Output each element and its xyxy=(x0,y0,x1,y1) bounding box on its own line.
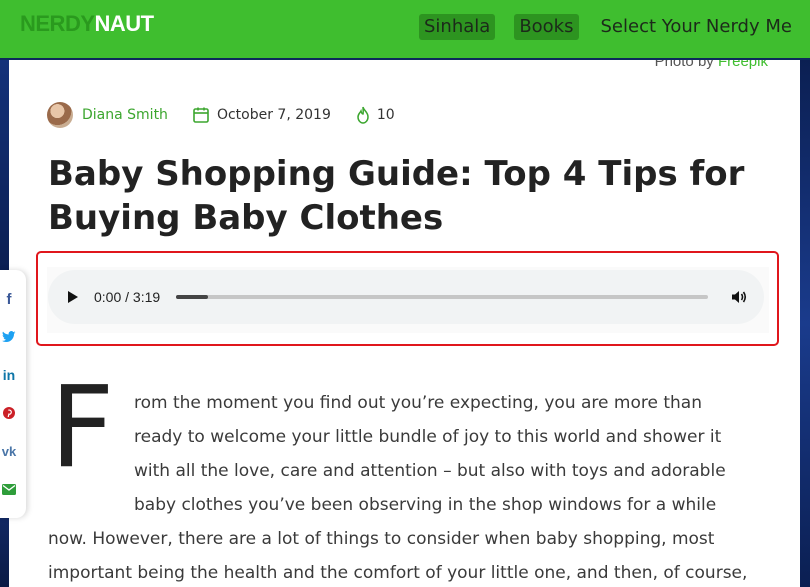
email-icon[interactable] xyxy=(0,480,18,498)
drop-cap: F xyxy=(50,363,115,493)
linkedin-icon[interactable]: in xyxy=(0,366,18,384)
post-date: October 7, 2019 xyxy=(216,107,331,123)
site-logo[interactable]: NERDYNAUT xyxy=(20,11,154,37)
photo-credit-link[interactable]: Freepik xyxy=(718,60,768,70)
author-avatar[interactable] xyxy=(47,102,73,128)
nav-select-nerdy-me[interactable]: Select Your Nerdy Me xyxy=(598,14,792,40)
body-line: now. However, there are a lot of things … xyxy=(48,529,715,549)
article-content: Photo by Freepik Diana Smith October 7, … xyxy=(9,60,800,587)
body-line: rom the moment you find out you’re expec… xyxy=(134,393,702,413)
pinterest-icon[interactable] xyxy=(0,404,18,422)
main-nav: Sinhala Books Select Your Nerdy Me xyxy=(419,14,792,40)
site-header: NERDYNAUT Sinhala Books Select Your Nerd… xyxy=(0,0,810,58)
nav-books[interactable]: Books xyxy=(514,14,579,40)
body-line: baby clothes you’ve been observing in th… xyxy=(134,495,717,515)
article-title: Baby Shopping Guide: Top 4 Tips for Buyi… xyxy=(48,154,745,238)
highlight-box xyxy=(36,251,779,346)
calendar-icon xyxy=(193,107,209,123)
body-line: important being the health and the comfo… xyxy=(48,563,748,583)
right-gutter xyxy=(800,60,810,587)
vk-icon[interactable]: vk xyxy=(0,442,18,460)
photo-credit: Photo by Freepik xyxy=(655,60,768,70)
nav-sinhala[interactable]: Sinhala xyxy=(419,14,496,40)
post-meta: Diana Smith October 7, 2019 10 xyxy=(47,100,395,130)
body-line: with all the love, care and attention – … xyxy=(134,461,726,481)
author-name[interactable]: Diana Smith xyxy=(82,107,168,123)
body-line: ready to welcome your little bundle of j… xyxy=(134,427,722,447)
view-count: 10 xyxy=(376,107,395,123)
facebook-icon[interactable]: f xyxy=(0,290,18,308)
twitter-icon[interactable] xyxy=(0,328,18,346)
social-share-bar: f in vk xyxy=(0,270,26,518)
fire-icon xyxy=(357,106,369,124)
